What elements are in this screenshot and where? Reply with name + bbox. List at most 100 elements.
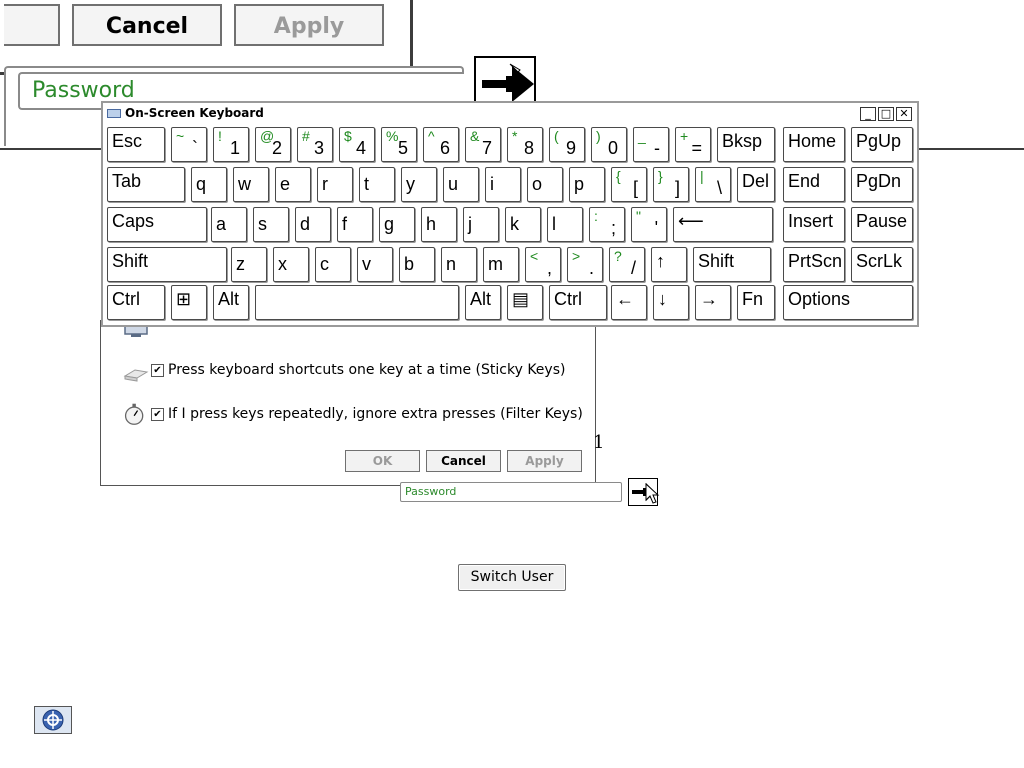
key-e[interactable]: e	[275, 167, 311, 202]
key-5[interactable]: % 5	[381, 127, 417, 162]
magnified-cancel-button[interactable]: Cancel	[72, 4, 222, 46]
submit-arrow-button[interactable]	[628, 478, 660, 506]
key-m[interactable]: m	[483, 247, 519, 282]
magnified-ok-button[interactable]	[4, 4, 60, 46]
key-caps[interactable]: Caps	[107, 207, 207, 242]
key-minus[interactable]: _ -	[633, 127, 669, 162]
stopwatch-icon	[124, 403, 144, 425]
key-3[interactable]: #3	[297, 127, 333, 162]
key-shift-label: <	[530, 248, 539, 264]
key-j[interactable]: j	[463, 207, 499, 242]
key-y[interactable]: y	[401, 167, 437, 202]
key-g[interactable]: g	[379, 207, 415, 242]
key-k[interactable]: k	[505, 207, 541, 242]
key-rbracket[interactable]: }]	[653, 167, 689, 202]
key-fn[interactable]: Fn	[737, 285, 775, 320]
key-i[interactable]: i	[485, 167, 521, 202]
key-1[interactable]: ! 1	[213, 127, 249, 162]
key-r[interactable]: r	[317, 167, 353, 202]
key-right[interactable]: →	[695, 285, 731, 320]
key-shift-label: ~	[176, 128, 185, 144]
key-o[interactable]: o	[527, 167, 563, 202]
key-base-label: 5	[397, 138, 408, 158]
key-equals[interactable]: + =	[675, 127, 711, 162]
key-backtick[interactable]: ~ `	[171, 127, 207, 162]
key-esc[interactable]: Esc	[107, 127, 165, 162]
key-alt[interactable]: Alt	[213, 285, 249, 320]
key-quote[interactable]: " '	[631, 207, 667, 242]
key-space[interactable]	[255, 285, 459, 320]
key-t[interactable]: t	[359, 167, 395, 202]
close-button[interactable]: ✕	[896, 107, 912, 121]
key-bksp[interactable]: Bksp	[717, 127, 775, 162]
key-slash[interactable]: ? /	[609, 247, 645, 282]
key-alt[interactable]: Alt	[465, 285, 501, 320]
key-4[interactable]: $4	[339, 127, 375, 162]
key-0[interactable]: ) 0	[591, 127, 627, 162]
key-del[interactable]: Del	[737, 167, 775, 202]
key-windows[interactable]: ⊞	[171, 285, 207, 320]
key-d[interactable]: d	[295, 207, 331, 242]
key-enter[interactable]: ⟵	[673, 207, 773, 242]
apply-button[interactable]: Apply	[507, 450, 582, 472]
ok-button[interactable]: OK	[345, 450, 420, 472]
key-home[interactable]: Home	[783, 127, 845, 162]
key-x[interactable]: x	[273, 247, 309, 282]
key-ctrl[interactable]: Ctrl	[107, 285, 165, 320]
key-shift[interactable]: Shift	[107, 247, 227, 282]
key-n[interactable]: n	[441, 247, 477, 282]
key-up[interactable]: ↑	[651, 247, 687, 282]
key-tab[interactable]: Tab	[107, 167, 185, 202]
key-v[interactable]: v	[357, 247, 393, 282]
key-lbracket[interactable]: {[	[611, 167, 647, 202]
maximize-button[interactable]: □	[878, 107, 894, 121]
filter-keys-row: ✔ If I press keys repeatedly, ignore ext…	[121, 402, 583, 426]
key-backslash[interactable]: | \	[695, 167, 731, 202]
key-a[interactable]: a	[211, 207, 247, 242]
switch-user-button[interactable]: Switch User	[458, 564, 566, 591]
key-semicolon[interactable]: :;	[589, 207, 625, 242]
key-pgdn[interactable]: PgDn	[851, 167, 913, 202]
cancel-button[interactable]: Cancel	[426, 450, 501, 472]
minimize-button[interactable]: _	[860, 107, 876, 121]
key-9[interactable]: (9	[549, 127, 585, 162]
key-label: y	[406, 174, 415, 194]
key-q[interactable]: q	[191, 167, 227, 202]
key-6[interactable]: ^ 6	[423, 127, 459, 162]
sticky-keys-checkbox[interactable]: ✔	[151, 363, 164, 377]
key-z[interactable]: z	[231, 247, 267, 282]
key-8[interactable]: * 8	[507, 127, 543, 162]
key-l[interactable]: l	[547, 207, 583, 242]
key-pause[interactable]: Pause	[851, 207, 913, 242]
key-b[interactable]: b	[399, 247, 435, 282]
magnified-apply-button[interactable]: Apply	[234, 4, 384, 46]
key-down[interactable]: ↓	[653, 285, 689, 320]
key-label: s	[258, 214, 267, 234]
key-menu[interactable]: ▤	[507, 285, 543, 320]
key-label: a	[216, 214, 227, 234]
key-u[interactable]: u	[443, 167, 479, 202]
key-p[interactable]: p	[569, 167, 605, 202]
ease-of-access-button[interactable]	[34, 706, 72, 734]
key-s[interactable]: s	[253, 207, 289, 242]
key-f[interactable]: f	[337, 207, 373, 242]
key-prtscn[interactable]: PrtScn	[783, 247, 845, 282]
key-period[interactable]: >.	[567, 247, 603, 282]
password-field[interactable]: Password	[400, 482, 622, 502]
key-h[interactable]: h	[421, 207, 457, 242]
key-end[interactable]: End	[783, 167, 845, 202]
key-label: PrtScn	[788, 251, 843, 271]
key-comma[interactable]: <,	[525, 247, 561, 282]
key-7[interactable]: & 7	[465, 127, 501, 162]
key-2[interactable]: @2	[255, 127, 291, 162]
key-c[interactable]: c	[315, 247, 351, 282]
key-ctrl[interactable]: Ctrl	[549, 285, 607, 320]
key-shift[interactable]: Shift	[693, 247, 771, 282]
key-scrlk[interactable]: ScrLk	[851, 247, 913, 282]
filter-keys-checkbox[interactable]: ✔	[151, 407, 164, 421]
key-w[interactable]: w	[233, 167, 269, 202]
key-insert[interactable]: Insert	[783, 207, 845, 242]
key-options[interactable]: Options	[783, 285, 913, 320]
key-pgup[interactable]: PgUp	[851, 127, 913, 162]
key-left[interactable]: ←	[611, 285, 647, 320]
